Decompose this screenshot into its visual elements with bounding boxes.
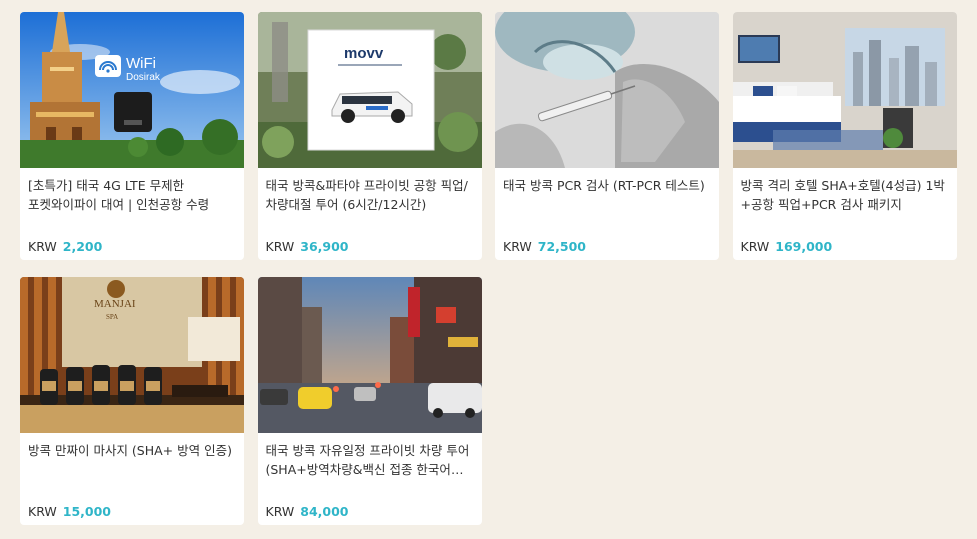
svg-text:MANJAI: MANJAI — [94, 298, 136, 310]
product-price: KRW 84,000 — [266, 503, 349, 521]
product-card[interactable]: movv 태국 방콕&파타야 프라이빗 공항 픽업/차량대절 투어 (6시간/1… — [257, 12, 482, 260]
currency-label: KRW — [28, 504, 57, 519]
hotel-room-image — [732, 12, 957, 168]
price-amount: 72,500 — [537, 239, 586, 254]
product-card[interactable]: MANJAI SPA 방콕 만짜이 마사지 (SHA+ 방역 인증) KRW 1… — [20, 277, 244, 525]
product-price: KRW 15,000 — [28, 503, 111, 521]
currency-label: KRW — [265, 504, 295, 519]
currency-label: KRW — [28, 239, 57, 254]
price-amount: 84,000 — [300, 504, 349, 519]
syringe-image — [495, 12, 719, 168]
svg-text:movv: movv — [344, 45, 384, 62]
van-poster-image: movv — [257, 12, 482, 168]
product-title[interactable]: 방콕 격리 호텔 SHA+호텔(4성급) 1박+공항 픽업+PCR 검사 패키지 — [741, 176, 947, 214]
product-price: KRW 36,900 — [266, 238, 349, 256]
product-grid: WiFi Dosirak [초특가] 태국 4G LTE 무제한 포켓와이파이 … — [20, 12, 957, 525]
svg-text:Dosirak: Dosirak — [126, 72, 161, 83]
currency-label: KRW — [503, 239, 532, 254]
product-card[interactable]: WiFi Dosirak [초특가] 태국 4G LTE 무제한 포켓와이파이 … — [20, 12, 244, 260]
svg-text:SPA: SPA — [106, 313, 118, 321]
product-card[interactable]: 태국 방콕 PCR 검사 (RT-PCR 테스트) KRW 72,500 — [495, 12, 719, 260]
product-card[interactable]: 방콕 격리 호텔 SHA+호텔(4성급) 1박+공항 픽업+PCR 검사 패키지… — [732, 12, 957, 260]
product-title[interactable]: 태국 방콕 자유일정 프라이빗 차량 투어 (SHA+방역차량&백신 접종 한국… — [266, 441, 472, 479]
product-title[interactable]: 태국 방콕 PCR 검사 (RT-PCR 테스트) — [503, 176, 709, 195]
product-price: KRW 72,500 — [503, 238, 586, 256]
price-amount: 36,900 — [300, 239, 349, 254]
currency-label: KRW — [740, 239, 770, 254]
city-street-image — [257, 277, 482, 433]
product-title[interactable]: [초특가] 태국 4G LTE 무제한 포켓와이파이 대여 | 인천공항 수령 — [28, 176, 234, 214]
product-title[interactable]: 태국 방콕&파타야 프라이빗 공항 픽업/차량대절 투어 (6시간/12시간) — [266, 176, 472, 214]
product-card[interactable]: 태국 방콕 자유일정 프라이빗 차량 투어 (SHA+방역차량&백신 접종 한국… — [257, 277, 482, 525]
price-amount: 2,200 — [62, 239, 103, 254]
product-price: KRW 2,200 — [28, 238, 102, 256]
svg-text:WiFi: WiFi — [126, 55, 156, 72]
product-price: KRW 169,000 — [741, 238, 833, 256]
price-amount: 169,000 — [775, 239, 833, 254]
price-amount: 15,000 — [62, 504, 111, 519]
currency-label: KRW — [265, 239, 295, 254]
wifi-temple-image: WiFi Dosirak — [20, 12, 244, 168]
spa-products-image: MANJAI SPA — [20, 277, 244, 433]
product-title[interactable]: 방콕 만짜이 마사지 (SHA+ 방역 인증) — [28, 441, 234, 460]
